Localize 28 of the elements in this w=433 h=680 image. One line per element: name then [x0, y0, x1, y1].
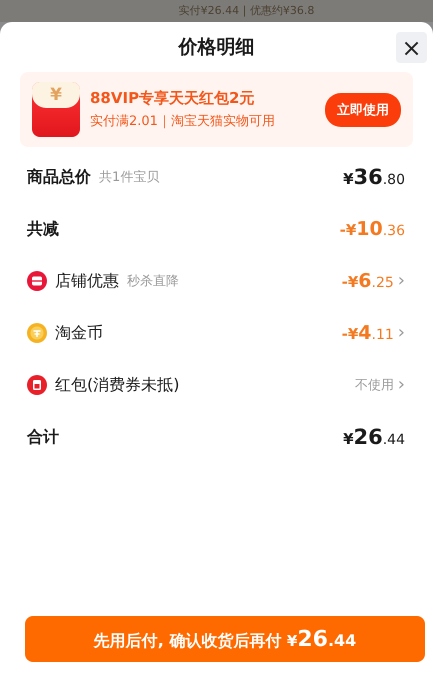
row-note: 共1件宝贝 — [99, 169, 160, 186]
row-value: 不使用 — [354, 377, 394, 394]
chevron-icon[interactable]: › — [398, 324, 405, 342]
envelope-icon: ¥ — [32, 82, 80, 137]
close-button[interactable]: × — [396, 32, 427, 63]
price-text: ¥36.80 — [343, 165, 405, 189]
price-text: -¥4.11 — [342, 322, 394, 344]
promo-subtitle: 实付满2.01｜淘宝天猫实物可用 — [90, 113, 276, 130]
pay-button[interactable]: 先用后付, 确认收货后再付 ¥26.44 — [25, 616, 425, 662]
promo-title: 88VIP专享天天红包2元 — [90, 89, 256, 108]
coin-icon — [27, 323, 47, 343]
price-text: ¥26.44 — [343, 425, 405, 449]
row-note: 秒杀直降 — [127, 273, 179, 290]
price-text: -¥6.25 — [342, 270, 394, 292]
row-label: 店铺优惠 — [55, 270, 119, 292]
chevron-icon[interactable]: › — [398, 376, 405, 394]
backdrop-text: 实付¥26.44 | 优惠约¥36.8 — [178, 4, 314, 19]
price-text: -¥10.36 — [340, 218, 405, 240]
row-label: 商品总价 — [27, 166, 91, 188]
row-label: 红包(消费券未抵) — [55, 374, 180, 396]
row-label: 共减 — [27, 218, 59, 240]
row-label: 合计 — [27, 426, 59, 448]
chevron-icon[interactable]: › — [398, 272, 405, 290]
sheet-title: 价格明细 — [178, 35, 254, 60]
row-label: 淘金币 — [55, 322, 103, 344]
use-now-button[interactable]: 立即使用 — [325, 92, 401, 126]
envelope-icon — [27, 375, 47, 395]
shop-icon — [27, 271, 47, 291]
